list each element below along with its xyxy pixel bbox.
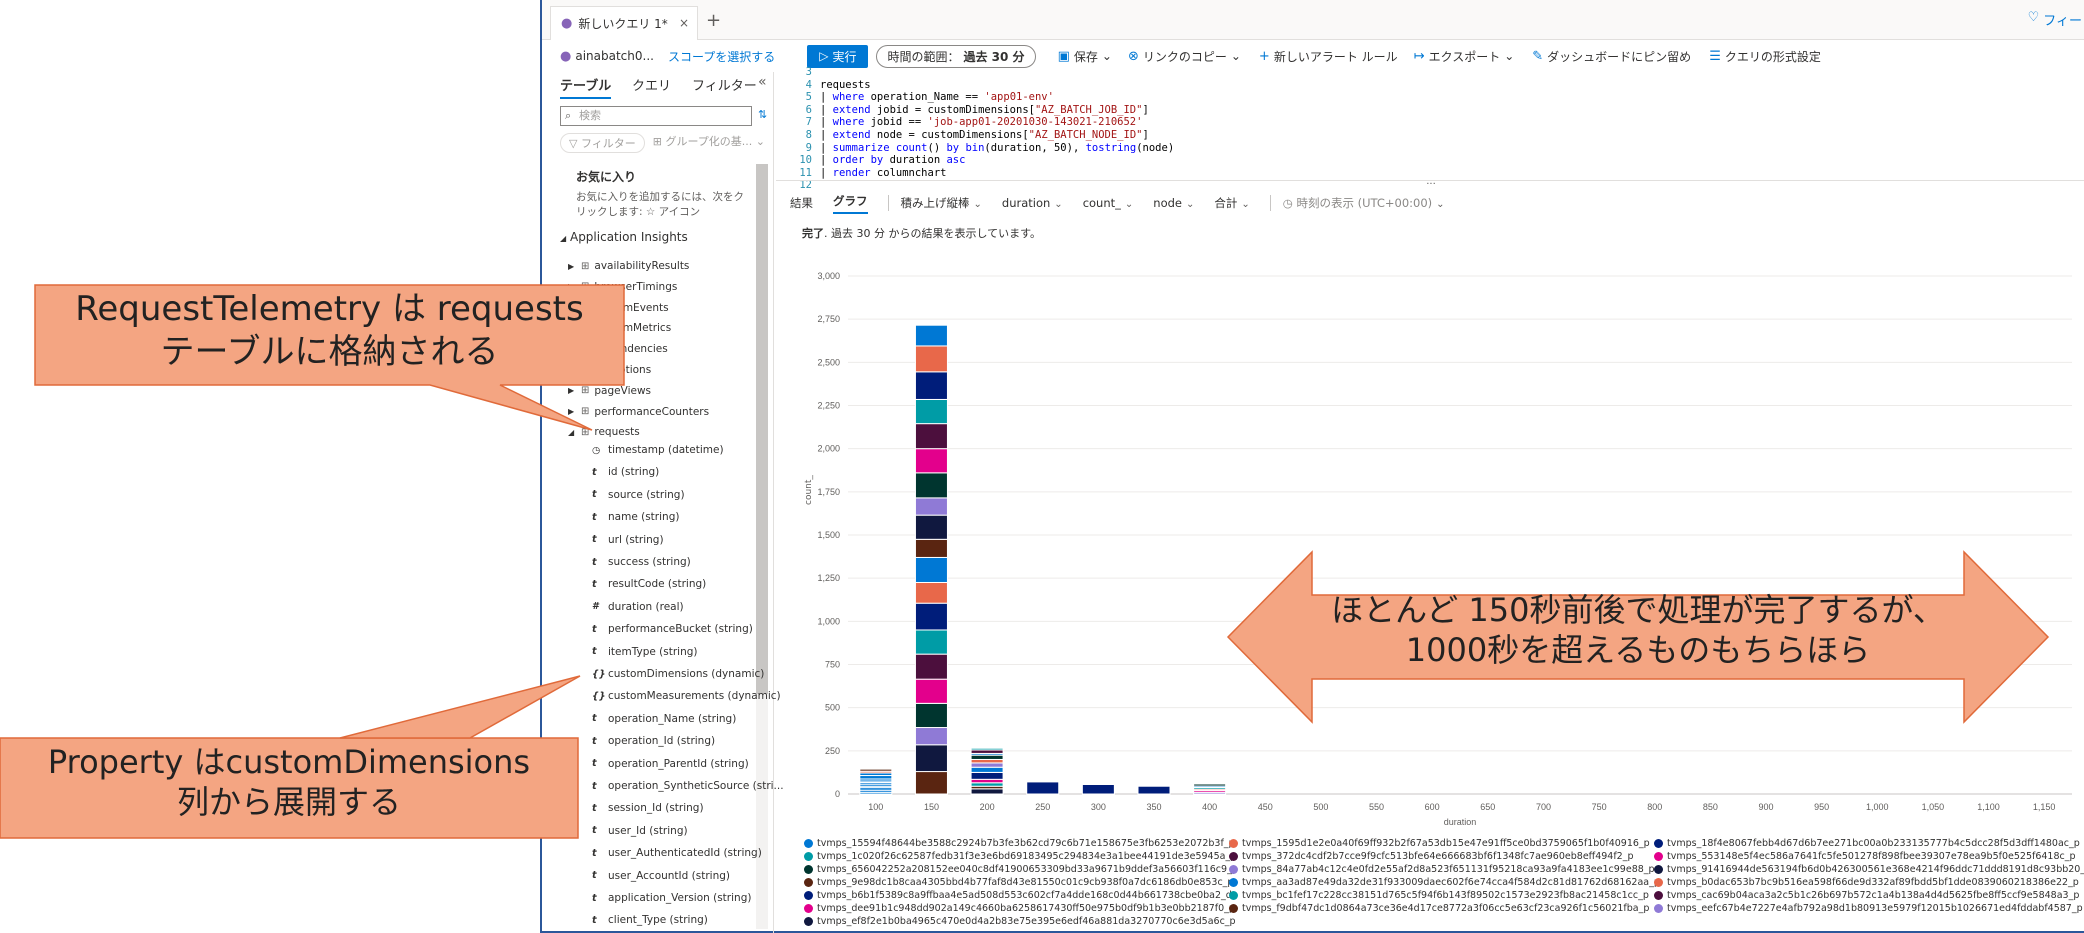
arrow-callout-text: ほとんど 150秒前後で処理が完了するが、 1000秒を超えるものもちらほら <box>1331 591 1945 669</box>
property-callout-pointer <box>339 675 581 739</box>
requests-callout-text: RequestTelemetry は requests テーブルに格納される <box>75 289 584 372</box>
property-callout-text: Property はcustomDimensions 列から展開する <box>47 743 531 821</box>
